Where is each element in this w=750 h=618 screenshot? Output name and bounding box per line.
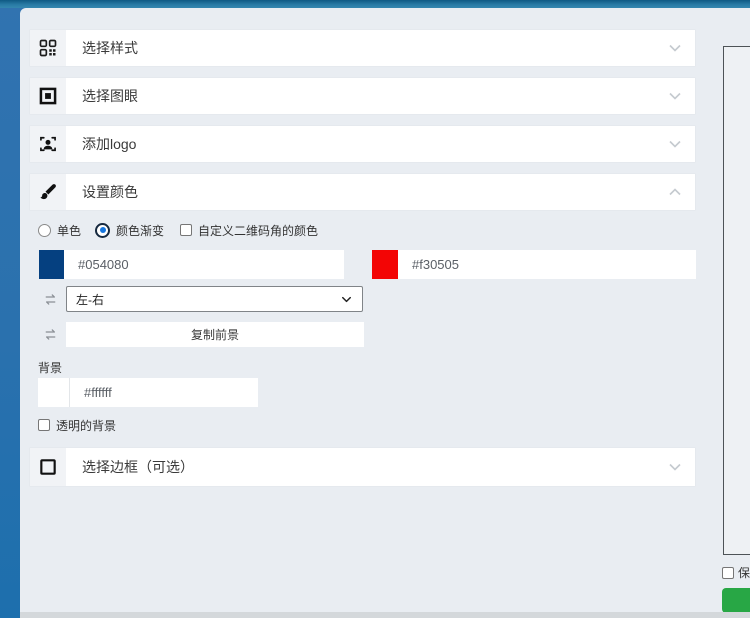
panel-title-border: 选择边框（可选）	[82, 457, 194, 477]
gradient-radio[interactable]	[95, 223, 110, 238]
save-checkbox-label: 保	[738, 564, 750, 581]
qr-icon	[30, 30, 66, 66]
bottom-strip	[20, 612, 750, 618]
chevron-down-icon	[665, 86, 685, 106]
square-outline-icon	[30, 448, 66, 486]
custom-corner-colors-checkbox[interactable]	[180, 224, 192, 236]
top-gradient-bar	[0, 0, 750, 8]
single-color-radio[interactable]	[38, 224, 51, 237]
gradient-direction-value: 左-右	[76, 291, 104, 308]
panel-header-color[interactable]: 设置颜色	[30, 174, 695, 210]
copy-foreground-button[interactable]: 复制前景	[66, 322, 364, 347]
gradient-end-hex-input[interactable]	[398, 250, 696, 279]
chevron-down-icon	[665, 457, 685, 477]
save-checkbox[interactable]	[722, 567, 734, 579]
transparent-background-label: 透明的背景	[56, 417, 116, 434]
chevron-down-icon	[665, 38, 685, 58]
single-color-label: 单色	[57, 222, 81, 239]
custom-corner-colors-label: 自定义二维码角的颜色	[198, 222, 318, 239]
background-label: 背景	[38, 359, 62, 376]
person-frame-icon	[30, 126, 66, 162]
gradient-colors-row	[39, 250, 696, 279]
save-option-row: 保	[722, 564, 750, 581]
panel-header-logo[interactable]: 添加logo	[30, 126, 695, 162]
panel-header-border[interactable]: 选择边框（可选）	[30, 448, 695, 486]
panel-header-style[interactable]: 选择样式	[30, 30, 695, 66]
transparent-background-checkbox[interactable]	[38, 419, 50, 431]
chevron-down-icon	[665, 134, 685, 154]
background-swatch[interactable]	[38, 378, 69, 407]
swap-arrows-icon[interactable]	[38, 287, 62, 311]
panel-title-style: 选择样式	[82, 38, 138, 58]
gradient-direction-row: 左-右	[38, 286, 363, 312]
brush-icon	[30, 174, 66, 210]
panel-title-logo: 添加logo	[82, 134, 136, 154]
eye-square-icon	[30, 78, 66, 114]
background-color-row	[38, 378, 258, 407]
panel-header-eye[interactable]: 选择图眼	[30, 78, 695, 114]
gradient-end-swatch[interactable]	[372, 250, 398, 279]
color-mode-row: 单色 颜色渐变 自定义二维码角的颜色	[38, 222, 318, 238]
background-hex-input[interactable]	[70, 378, 258, 407]
panel-title-eye: 选择图眼	[82, 86, 138, 106]
gradient-start-hex-input[interactable]	[64, 250, 344, 279]
gradient-label: 颜色渐变	[116, 222, 164, 239]
qr-preview-panel	[723, 46, 750, 555]
chevron-up-icon	[665, 182, 685, 202]
chevron-down-icon	[339, 292, 354, 307]
transparent-background-row: 透明的背景	[38, 418, 116, 432]
generate-button[interactable]	[722, 588, 750, 613]
gradient-direction-select[interactable]: 左-右	[66, 286, 363, 312]
copy-foreground-row: 复制前景	[38, 322, 364, 347]
gradient-start-swatch[interactable]	[39, 250, 64, 279]
swap-arrows-icon[interactable]	[38, 323, 62, 347]
main-card: 选择样式 选择图眼 添加logo 设置颜色 单色 颜色渐变 自定义二维码角的颜色	[20, 8, 750, 612]
panel-title-color: 设置颜色	[82, 182, 138, 202]
